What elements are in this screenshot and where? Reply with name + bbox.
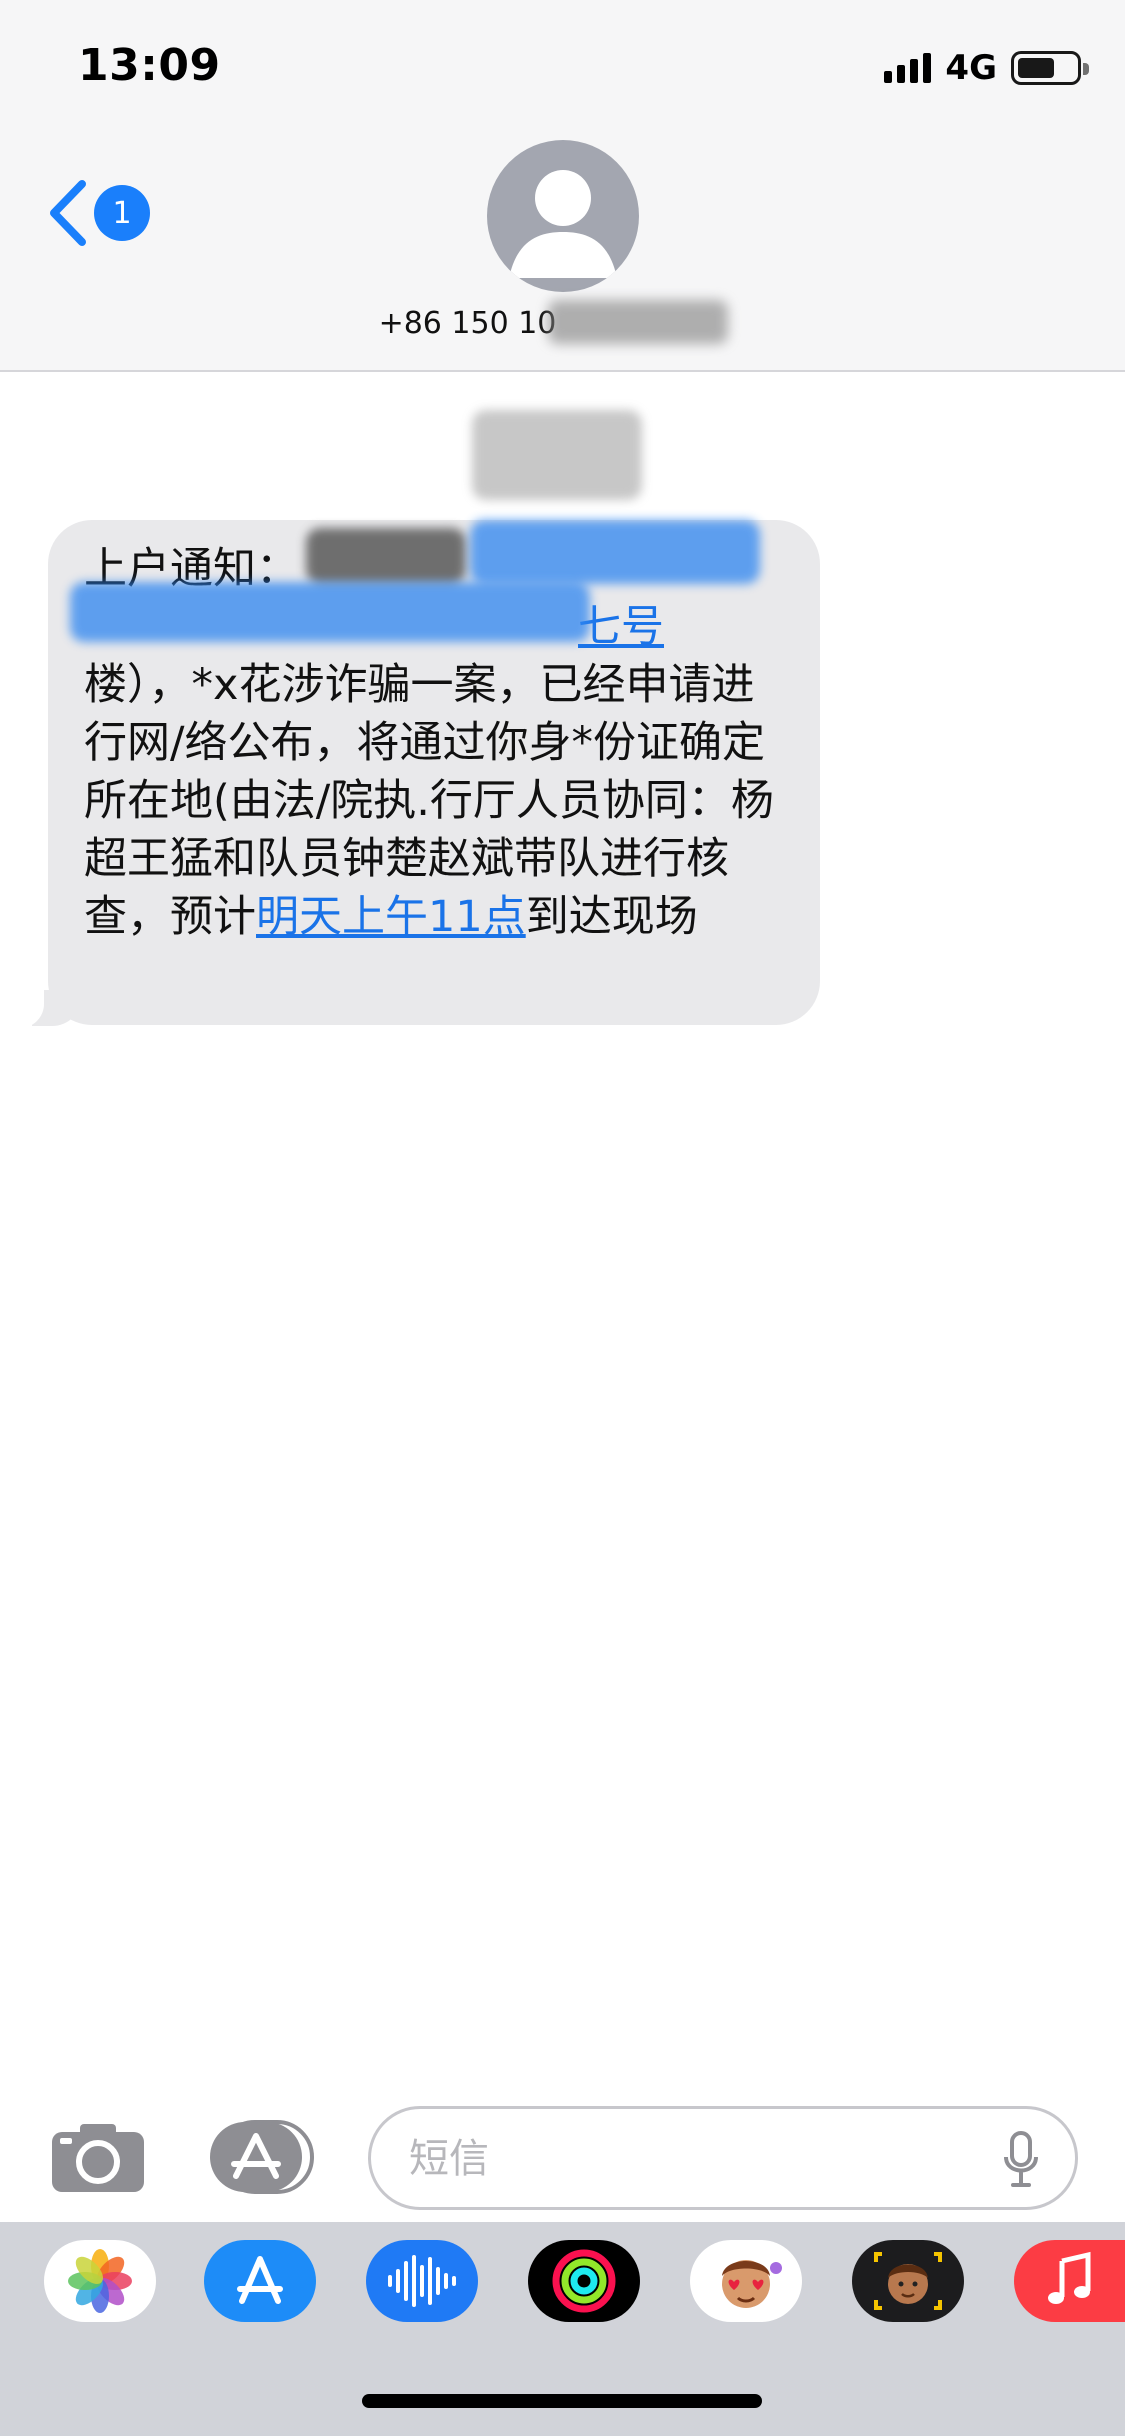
status-time: 13:09	[78, 40, 221, 91]
contact-avatar[interactable]	[487, 140, 639, 292]
redaction-scribble	[472, 410, 642, 500]
person-silhouette-icon	[509, 170, 617, 278]
address-link[interactable]: 七号	[578, 602, 664, 652]
audio-messages-app-icon[interactable]	[366, 2240, 478, 2322]
home-indicator[interactable]	[362, 2394, 762, 2408]
memoji-frame-icon	[874, 2252, 942, 2310]
waveform-icon	[388, 2255, 456, 2307]
animoji-stickers-app-icon[interactable]	[690, 2240, 802, 2322]
photos-app-icon[interactable]	[44, 2240, 156, 2322]
activity-rings-icon	[552, 2249, 616, 2313]
redaction-scribble	[306, 528, 466, 584]
music-app-icon[interactable]	[1014, 2240, 1125, 2322]
message-input[interactable]	[409, 2131, 969, 2187]
redaction-scribble	[70, 582, 590, 642]
redaction-blur	[548, 300, 728, 344]
datetime-link[interactable]: 明天上午11点	[256, 892, 526, 942]
back-button[interactable]: 1	[46, 178, 150, 248]
message-input-container[interactable]	[368, 2106, 1078, 2210]
network-type: 4G	[945, 48, 997, 88]
redaction-scribble	[470, 520, 760, 584]
app-store-icon	[210, 2120, 314, 2194]
message-body: 楼），*x花涉诈骗一案，已经申请进行网/络公布，将通过你身*份证确定所在地(由法…	[84, 656, 784, 946]
memoji-face-icon	[722, 2260, 782, 2308]
camera-button[interactable]	[52, 2120, 144, 2192]
memoji-app-icon[interactable]	[852, 2240, 964, 2322]
app-store-app-icon[interactable]	[204, 2240, 316, 2322]
status-indicators: 4G	[884, 48, 1089, 88]
conversation-header: 13:09 4G 1 +86 150 10	[0, 0, 1125, 372]
fitness-app-icon[interactable]	[528, 2240, 640, 2322]
unread-badge: 1	[94, 185, 150, 241]
app-store-a-icon	[237, 2256, 283, 2304]
message-body-end: 到达现场	[525, 892, 698, 942]
apps-button[interactable]	[206, 2118, 318, 2196]
cellular-signal-icon	[884, 53, 932, 83]
contact-number-text: +86 150 10	[378, 306, 557, 341]
chevron-left-icon	[50, 180, 86, 246]
composer-bar	[0, 2106, 1125, 2210]
battery-icon	[1011, 51, 1089, 85]
camera-icon	[52, 2124, 144, 2192]
photos-flower-icon	[68, 2249, 132, 2313]
music-note-icon	[1047, 2251, 1090, 2304]
microphone-icon[interactable]	[1003, 2131, 1039, 2189]
